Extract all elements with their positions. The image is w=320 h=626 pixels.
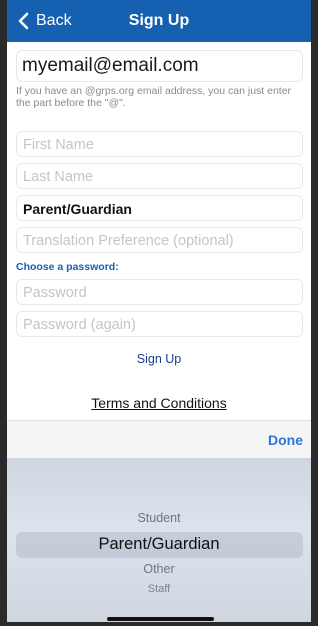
- picker-option-parent-guardian[interactable]: Parent/Guardian: [7, 535, 311, 554]
- role-field[interactable]: Parent/Guardian: [16, 195, 303, 221]
- picker-toolbar: Done: [7, 420, 311, 458]
- first-name-field[interactable]: First Name: [16, 131, 303, 157]
- translation-preference-field[interactable]: Translation Preference (optional): [16, 227, 303, 253]
- email-field[interactable]: myemail@email.com: [16, 50, 303, 82]
- password-again-field[interactable]: Password (again): [16, 311, 303, 337]
- done-button[interactable]: Done: [268, 432, 303, 448]
- page-title: Sign Up: [128, 12, 190, 29]
- sign-up-button[interactable]: Sign Up: [7, 352, 311, 366]
- picker-option-staff[interactable]: Staff: [7, 583, 311, 595]
- home-indicator: [107, 617, 214, 621]
- password-label: Choose a password:: [16, 261, 119, 273]
- terms-and-conditions-link[interactable]: Terms and Conditions: [7, 395, 311, 411]
- picker-option-other[interactable]: Other: [7, 562, 311, 576]
- picker-option-student[interactable]: Student: [7, 511, 311, 525]
- email-hint: If you have an @grps.org email address, …: [16, 85, 292, 109]
- navigation-bar: Back Sign Up: [7, 0, 311, 42]
- last-name-field[interactable]: Last Name: [16, 163, 303, 189]
- password-field[interactable]: Password: [16, 279, 303, 305]
- phone-screen: Back Sign Up myemail@email.com If you ha…: [0, 0, 318, 626]
